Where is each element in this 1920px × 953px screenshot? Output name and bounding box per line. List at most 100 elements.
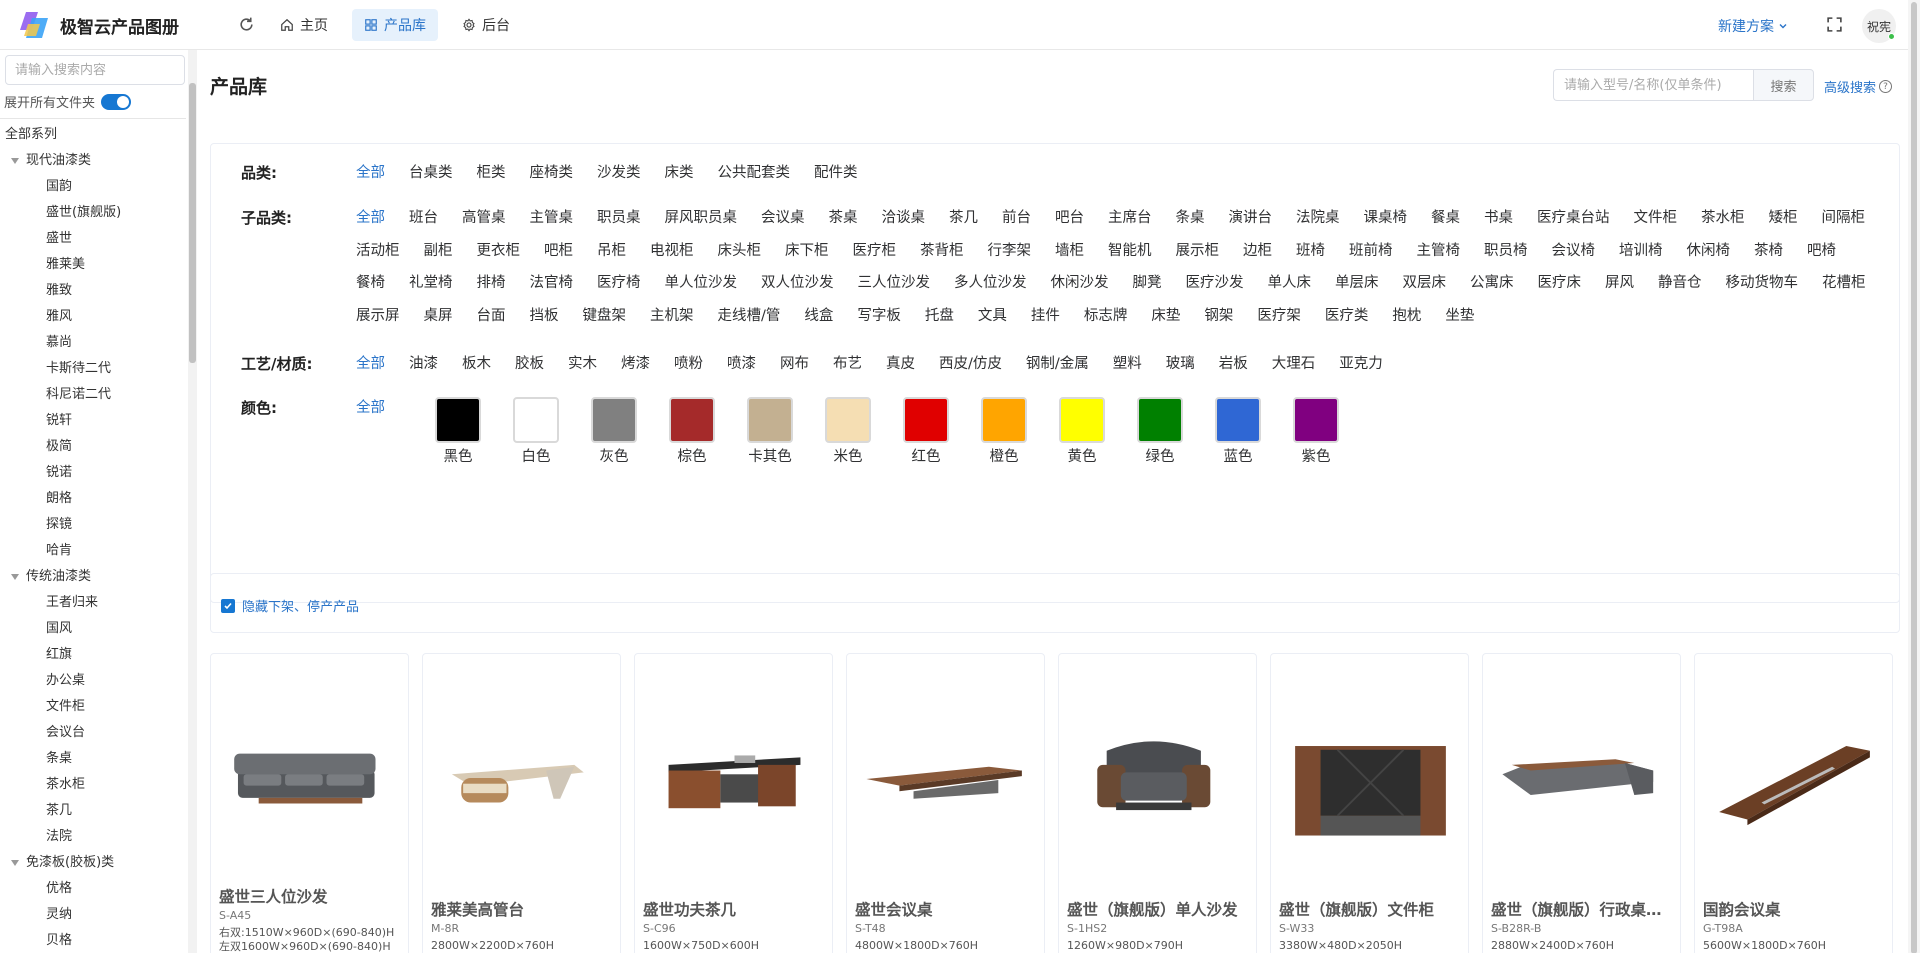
product-card[interactable]: 盛世（旗舰版）单人沙发 S-1HS2 1260W×980D×790H bbox=[1058, 653, 1257, 953]
material-option[interactable]: 油漆 bbox=[409, 352, 438, 377]
subcategory-option[interactable]: 文具 bbox=[978, 300, 1007, 333]
subcategory-option[interactable]: 全部 bbox=[356, 202, 385, 235]
subcategory-option[interactable]: 行李架 bbox=[988, 235, 1032, 268]
subcategory-option[interactable]: 单人床 bbox=[1268, 267, 1312, 300]
subcategory-option[interactable]: 洽谈桌 bbox=[882, 202, 926, 235]
color-option-all[interactable]: 全部 bbox=[356, 397, 419, 466]
caret-down-icon[interactable] bbox=[11, 158, 19, 164]
product-name[interactable]: 雅莱美高管台 bbox=[431, 898, 614, 920]
subcategory-option[interactable]: 职员椅 bbox=[1484, 235, 1528, 268]
color-option[interactable]: 黄色 bbox=[1043, 397, 1121, 466]
tree-leaf-item[interactable]: 优格 bbox=[0, 876, 186, 902]
tree-group[interactable]: 现代油漆类 bbox=[0, 148, 186, 174]
tree-leaf-item[interactable]: 科尼诺二代 bbox=[0, 382, 186, 408]
subcategory-option[interactable]: 条桌 bbox=[1176, 202, 1205, 235]
subcategory-option[interactable]: 单层床 bbox=[1335, 267, 1379, 300]
hide-offline-checkbox[interactable] bbox=[221, 598, 235, 613]
material-option[interactable]: 塑料 bbox=[1113, 352, 1142, 377]
subcategory-option[interactable]: 休闲椅 bbox=[1687, 235, 1731, 268]
subcategory-option[interactable]: 展示屏 bbox=[356, 300, 400, 333]
color-swatch[interactable] bbox=[1059, 397, 1105, 443]
subcategory-option[interactable]: 抱枕 bbox=[1392, 300, 1421, 333]
page-scroll-thumb[interactable] bbox=[1911, 2, 1917, 953]
product-name[interactable]: 盛世（旗舰版）单人沙发 bbox=[1067, 898, 1250, 920]
subcategory-option[interactable]: 法官椅 bbox=[530, 267, 574, 300]
product-card[interactable]: 雅莱美高管台 M-8R 2800W×2200D×760H bbox=[422, 653, 621, 953]
product-search-input[interactable] bbox=[1553, 69, 1753, 101]
material-option[interactable]: 网布 bbox=[780, 352, 809, 377]
tree-group[interactable]: 免漆板(胶板)类 bbox=[0, 850, 186, 876]
subcategory-option[interactable]: 标志牌 bbox=[1084, 300, 1128, 333]
tree-leaf-item[interactable]: 灵纳 bbox=[0, 902, 186, 928]
subcategory-option[interactable]: 桌屏 bbox=[424, 300, 453, 333]
material-option[interactable]: 真皮 bbox=[886, 352, 915, 377]
refresh-icon[interactable] bbox=[238, 16, 255, 33]
subcategory-option[interactable]: 床下柜 bbox=[785, 235, 829, 268]
sidebar-search-input[interactable] bbox=[5, 55, 185, 85]
tree-leaf-item[interactable]: 文件柜 bbox=[0, 694, 186, 720]
sidebar-scrollbar[interactable] bbox=[188, 50, 197, 953]
subcategory-option[interactable]: 电视柜 bbox=[650, 235, 694, 268]
page-scrollbar[interactable] bbox=[1908, 0, 1920, 953]
color-swatch[interactable] bbox=[513, 397, 559, 443]
product-name[interactable]: 盛世会议桌 bbox=[855, 898, 1038, 920]
category-option[interactable]: 公共配套类 bbox=[718, 161, 791, 186]
subcategory-option[interactable]: 写字板 bbox=[857, 300, 901, 333]
subcategory-option[interactable]: 茶背柜 bbox=[920, 235, 964, 268]
tree-leaf-item[interactable]: 极简 bbox=[0, 434, 186, 460]
advanced-search-link[interactable]: 高级搜索 ? bbox=[1824, 77, 1893, 96]
color-swatch[interactable] bbox=[435, 397, 481, 443]
color-option[interactable]: 灰色 bbox=[575, 397, 653, 466]
product-image[interactable] bbox=[433, 704, 612, 854]
subcategory-option[interactable]: 花槽柜 bbox=[1822, 267, 1866, 300]
subcategory-option[interactable]: 排椅 bbox=[477, 267, 506, 300]
color-swatch[interactable] bbox=[825, 397, 871, 443]
user-avatar[interactable]: 祝宪 bbox=[1862, 9, 1896, 43]
product-name[interactable]: 盛世（旗舰版）行政桌… bbox=[1491, 898, 1674, 920]
subcategory-option[interactable]: 单人位沙发 bbox=[665, 267, 738, 300]
subcategory-option[interactable]: 展示柜 bbox=[1176, 235, 1220, 268]
product-name[interactable]: 盛世三人位沙发 bbox=[219, 885, 402, 907]
subcategory-option[interactable]: 医疗床 bbox=[1538, 267, 1582, 300]
tree-leaf-item[interactable]: 贝格 bbox=[0, 928, 186, 953]
tree-leaf-item[interactable]: 锐诺 bbox=[0, 460, 186, 486]
subcategory-option[interactable]: 班台 bbox=[409, 202, 438, 235]
subcategory-option[interactable]: 智能机 bbox=[1108, 235, 1152, 268]
subcategory-option[interactable]: 床垫 bbox=[1151, 300, 1180, 333]
subcategory-option[interactable]: 休闲沙发 bbox=[1051, 267, 1109, 300]
material-option[interactable]: 钢制/金属 bbox=[1026, 352, 1089, 377]
tree-group[interactable]: 传统油漆类 bbox=[0, 564, 186, 590]
subcategory-option[interactable]: 会议椅 bbox=[1552, 235, 1596, 268]
subcategory-option[interactable]: 课桌椅 bbox=[1364, 202, 1408, 235]
tree-root[interactable]: 全部系列 bbox=[0, 122, 186, 148]
subcategory-option[interactable]: 会议桌 bbox=[761, 202, 805, 235]
material-option[interactable]: 岩板 bbox=[1219, 352, 1248, 377]
subcategory-option[interactable]: 钢架 bbox=[1204, 300, 1233, 333]
nav-library[interactable]: 产品库 bbox=[352, 9, 438, 41]
subcategory-option[interactable]: 医疗架 bbox=[1257, 300, 1301, 333]
tree-leaf-item[interactable]: 办公桌 bbox=[0, 668, 186, 694]
tree-leaf-item[interactable]: 探镜 bbox=[0, 512, 186, 538]
material-option[interactable]: 亚克力 bbox=[1339, 352, 1383, 377]
subcategory-option[interactable]: 餐椅 bbox=[356, 267, 385, 300]
subcategory-option[interactable]: 活动柜 bbox=[356, 235, 400, 268]
tree-leaf-item[interactable]: 条桌 bbox=[0, 746, 186, 772]
search-button[interactable]: 搜索 bbox=[1753, 69, 1814, 101]
subcategory-option[interactable]: 副柜 bbox=[424, 235, 453, 268]
subcategory-option[interactable]: 班前椅 bbox=[1349, 235, 1393, 268]
product-card[interactable]: 盛世（旗舰版）行政桌… S-B28R-B 2880W×2400D×760H bbox=[1482, 653, 1681, 953]
color-swatch[interactable] bbox=[669, 397, 715, 443]
subcategory-option[interactable]: 法院桌 bbox=[1296, 202, 1340, 235]
color-option[interactable]: 蓝色 bbox=[1199, 397, 1277, 466]
product-image[interactable] bbox=[1493, 704, 1672, 854]
subcategory-option[interactable]: 主席台 bbox=[1108, 202, 1152, 235]
material-option[interactable]: 大理石 bbox=[1272, 352, 1316, 377]
color-swatch[interactable] bbox=[1137, 397, 1183, 443]
tree-leaf-item[interactable]: 红旗 bbox=[0, 642, 186, 668]
subcategory-option[interactable]: 墙柜 bbox=[1055, 235, 1084, 268]
subcategory-option[interactable]: 吧柜 bbox=[544, 235, 573, 268]
subcategory-option[interactable]: 主管椅 bbox=[1417, 235, 1461, 268]
color-option[interactable]: 黑色 bbox=[419, 397, 497, 466]
tree-leaf-item[interactable]: 法院 bbox=[0, 824, 186, 850]
material-option[interactable]: 喷粉 bbox=[674, 352, 703, 377]
